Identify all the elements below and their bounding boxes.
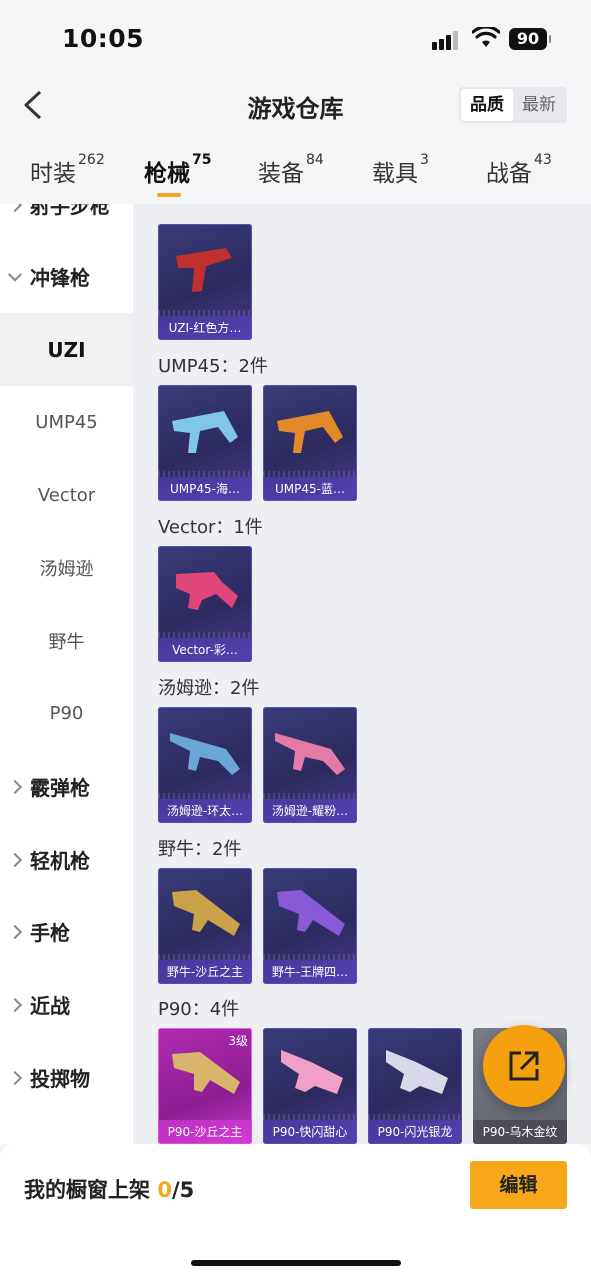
smg-skin-icon (176, 248, 232, 292)
skin-name: P90-快闪甜心 (263, 1120, 357, 1144)
group-title: Vector：1件 (158, 517, 263, 538)
edit-button[interactable]: 编辑 (470, 1161, 567, 1209)
smg-skin-icon (281, 1050, 343, 1094)
sidebar-item-smg[interactable]: 冲锋枪 (0, 240, 133, 313)
bottom-bar: 我的橱窗上架 0/5 编辑 (0, 1144, 591, 1280)
weapon-skin-card[interactable]: 3级 P90-沙丘之主 (158, 1028, 252, 1144)
skin-name: UMP45-蓝… (263, 477, 357, 501)
tab-count: 43 (534, 152, 552, 168)
chevron-right-icon (7, 1070, 23, 1085)
skin-name: P90-乌木金纹 (473, 1120, 567, 1144)
weapon-skin-card[interactable]: UZI-红色方… (158, 224, 252, 340)
chevron-right-icon (7, 997, 23, 1012)
skin-name: UZI-红色方… (158, 316, 252, 340)
sidebar-item-lmg[interactable]: 轻机枪 (0, 823, 133, 896)
showcase-total-count: /5 (171, 1178, 195, 1202)
weapon-skin-card[interactable]: 汤姆逊-环太… (158, 707, 252, 823)
group-title: 汤姆逊：2件 (158, 678, 260, 699)
smg-skin-icon (277, 411, 343, 453)
weapon-skin-card[interactable]: 野牛-王牌四… (263, 868, 357, 984)
group-title: 野牛：2件 (158, 839, 242, 860)
home-indicator (191, 1260, 401, 1266)
weapon-skin-card[interactable]: 野牛-沙丘之主 (158, 868, 252, 984)
category-tabs: 时装262 枪械75 装备84 载具3 战备43 (0, 140, 591, 204)
smg-skin-icon (275, 733, 345, 775)
smg-skin-icon (277, 890, 345, 936)
sidebar-item-p90[interactable]: P90 (0, 677, 133, 750)
skin-name: 汤姆逊-环太… (158, 799, 252, 823)
smg-skin-icon (172, 411, 238, 453)
tab-count: 262 (78, 152, 105, 168)
chevron-down-icon (7, 266, 23, 282)
battery-icon: 90 (509, 28, 551, 50)
tab-count: 3 (420, 152, 429, 168)
sidebar-item-shotgun[interactable]: 霰弹枪 (0, 750, 133, 823)
sidebar-item-throwable[interactable]: 投掷物 (0, 1041, 133, 1114)
chevron-right-icon (7, 924, 23, 939)
sort-toggle: 品质 最新 (459, 87, 567, 123)
skin-name: 野牛-沙丘之主 (158, 960, 252, 984)
status-bar: 10:05 90 (0, 0, 591, 76)
chevron-right-icon (7, 204, 23, 212)
wifi-icon (472, 27, 500, 47)
tab-gear[interactable]: 战备43 (486, 152, 552, 188)
weapon-skin-card[interactable]: UMP45-海… (158, 385, 252, 501)
weapon-skin-card[interactable]: P90-快闪甜心 (263, 1028, 357, 1144)
weapon-category-sidebar: 射手步枪 冲锋枪 UZI UMP45 Vector 汤姆逊 野牛 P90 霰弹枪… (0, 204, 133, 1144)
status-time: 10:05 (62, 24, 145, 53)
active-tab-indicator (157, 193, 181, 197)
share-button[interactable] (483, 1025, 565, 1107)
smg-skin-icon (172, 1052, 240, 1094)
smg-skin-icon (170, 733, 240, 775)
weapon-skin-card[interactable]: UMP45-蓝… (263, 385, 357, 501)
sidebar-item-bizon[interactable]: 野牛 (0, 604, 133, 677)
share-external-icon (509, 1051, 539, 1081)
sidebar-item-vector[interactable]: Vector (0, 459, 133, 532)
sort-newest-button[interactable]: 最新 (513, 89, 565, 121)
sidebar-item-partial[interactable]: 射手步枪 (0, 204, 133, 241)
skin-name: Vector-彩… (158, 638, 252, 662)
weapon-skin-card[interactable]: 汤姆逊-耀粉… (263, 707, 357, 823)
cellular-signal-icon (432, 30, 464, 50)
smg-skin-icon (172, 890, 240, 936)
tab-count: 75 (192, 152, 212, 168)
sidebar-item-thompson[interactable]: 汤姆逊 (0, 531, 133, 604)
tab-equipment[interactable]: 装备84 (258, 152, 324, 188)
chevron-right-icon (7, 852, 23, 867)
skin-name: P90-沙丘之主 (158, 1120, 252, 1144)
sidebar-item-pistol[interactable]: 手枪 (0, 895, 133, 968)
skin-name: UMP45-海… (158, 477, 252, 501)
group-title: P90：4件 (158, 999, 240, 1020)
tab-count: 84 (306, 152, 324, 168)
weapon-skin-list[interactable]: UZI-红色方… UMP45：2件 UMP45-海… UMP45-蓝… Vect… (133, 204, 591, 1144)
sidebar-item-ump45[interactable]: UMP45 (0, 386, 133, 459)
group-title: UMP45：2件 (158, 356, 268, 377)
skin-name: P90-闪光银龙 (368, 1120, 462, 1144)
showcase-status: 我的橱窗上架 0/5 (24, 1178, 195, 1202)
smg-skin-icon (386, 1050, 448, 1094)
weapon-skin-card[interactable]: Vector-彩… (158, 546, 252, 662)
showcase-current-count: 0 (157, 1178, 172, 1202)
tab-firearms[interactable]: 枪械75 (144, 152, 212, 188)
sidebar-item-melee[interactable]: 近战 (0, 968, 133, 1041)
weapon-skin-card[interactable]: P90-闪光银龙 (368, 1028, 462, 1144)
sort-quality-button[interactable]: 品质 (461, 89, 513, 121)
tab-vehicle[interactable]: 载具3 (372, 152, 429, 188)
skin-name: 汤姆逊-耀粉… (263, 799, 357, 823)
smg-skin-icon (176, 572, 238, 610)
nav-header: 游戏仓库 品质 最新 (0, 76, 591, 134)
tab-costume[interactable]: 时装262 (30, 152, 105, 188)
chevron-right-icon (7, 779, 23, 794)
sidebar-item-uzi[interactable]: UZI (0, 313, 133, 386)
skin-name: 野牛-王牌四… (263, 960, 357, 984)
